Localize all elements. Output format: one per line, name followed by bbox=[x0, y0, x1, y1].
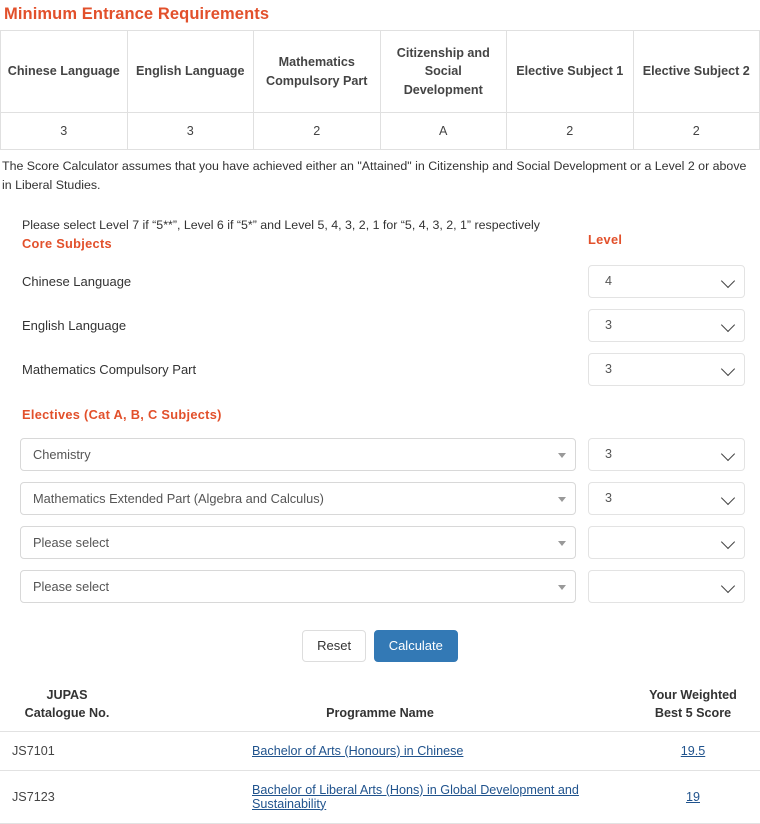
caret-down-icon bbox=[558, 452, 566, 458]
calculator-form: Core Subjects Level Chinese Language 4 E… bbox=[0, 232, 760, 663]
elective-row-2: Mathematics Extended Part (Algebra and C… bbox=[0, 480, 760, 524]
req-value-elective-subject-2: 2 bbox=[632, 112, 760, 150]
calculator-assumption-note: The Score Calculator assumes that you ha… bbox=[2, 159, 747, 192]
caret-down-icon bbox=[558, 540, 566, 546]
chevron-down-icon bbox=[720, 317, 736, 332]
req-header-chinese-language: Chinese Language bbox=[0, 30, 128, 113]
level-selection-hint: Please select Level 7 if “5**”, Level 6 … bbox=[22, 218, 540, 233]
elective-level-select-1[interactable]: 3 bbox=[588, 438, 745, 472]
result-code-1: JS7101 bbox=[0, 731, 134, 771]
elective-level-select-2[interactable]: 3 bbox=[588, 482, 745, 516]
elective-subject-value-4: Please select bbox=[33, 579, 110, 595]
chevron-down-icon bbox=[720, 273, 736, 288]
req-value-chinese-language: 3 bbox=[0, 112, 128, 150]
result-score-link-1[interactable]: 19.5 bbox=[681, 744, 706, 758]
results-header-programme-name: Programme Name bbox=[326, 706, 434, 721]
req-header-english-language: English Language bbox=[126, 30, 254, 113]
elective-subject-select-1[interactable]: Chemistry bbox=[20, 438, 576, 472]
results-header-jupas-line2: Catalogue No. bbox=[24, 706, 110, 721]
core-subject-label-mathematics-compulsory-part: Mathematics Compulsory Part bbox=[22, 362, 197, 378]
req-value-elective-subject-1: 2 bbox=[506, 112, 634, 150]
req-header-elective-subject-1: Elective Subject 1 bbox=[506, 30, 634, 113]
core-subjects-heading: Core Subjects bbox=[22, 236, 112, 252]
elective-subject-select-3[interactable]: Please select bbox=[20, 526, 576, 560]
table-row: JS7101 Bachelor of Arts (Honours) in Chi… bbox=[0, 731, 760, 771]
elective-level-value-1: 3 bbox=[605, 447, 613, 462]
electives-heading: Electives (Cat A, B, C Subjects) bbox=[22, 407, 222, 423]
elective-level-value-2: 3 bbox=[605, 491, 613, 506]
minimum-entrance-requirements-table: Chinese Language English Language Mathem… bbox=[0, 30, 760, 150]
calculate-button[interactable]: Calculate bbox=[373, 630, 458, 663]
reset-button[interactable]: Reset bbox=[302, 630, 367, 663]
chevron-down-icon bbox=[720, 534, 736, 549]
req-header-elective-subject-2: Elective Subject 2 bbox=[632, 30, 760, 113]
result-score-cell-1: 19.5 bbox=[626, 731, 760, 771]
score-calculator-page: Minimum Entrance Requirements Chinese La… bbox=[0, 0, 760, 824]
page-title: Minimum Entrance Requirements bbox=[4, 5, 270, 23]
result-score-link-2[interactable]: 19 bbox=[686, 790, 700, 804]
elective-subject-value-1: Chemistry bbox=[33, 447, 91, 463]
level-select-english-language[interactable]: 3 bbox=[588, 309, 745, 343]
core-subject-label-english-language: English Language bbox=[22, 318, 127, 334]
form-button-bar: Reset Calculate bbox=[0, 612, 760, 663]
core-subject-label-chinese-language: Chinese Language bbox=[22, 274, 132, 290]
results-header-weighted-best-5-score: Your Weighted Best 5 Score bbox=[626, 684, 760, 731]
level-select-value-chinese-language: 4 bbox=[605, 274, 613, 289]
core-subject-row-chinese-language: Chinese Language 4 bbox=[0, 263, 760, 307]
result-programme-link-1[interactable]: Bachelor of Arts (Honours) in Chinese bbox=[252, 744, 463, 758]
results-header-row: JUPAS Catalogue No. Programme Name Your … bbox=[0, 684, 760, 732]
elective-row-4: Please select bbox=[0, 568, 760, 612]
core-subject-row-mathematics-compulsory-part: Mathematics Compulsory Part 3 bbox=[0, 351, 760, 395]
elective-level-select-3[interactable] bbox=[588, 526, 745, 560]
core-subject-row-english-language: English Language 3 bbox=[0, 307, 760, 351]
level-select-chinese-language[interactable]: 4 bbox=[588, 265, 745, 299]
results-header-jupas-catalogue-no: JUPAS Catalogue No. bbox=[0, 684, 134, 731]
results-header-jupas-line1: JUPAS bbox=[46, 688, 88, 703]
requirements-header-row: Chinese Language English Language Mathem… bbox=[0, 30, 760, 113]
chevron-down-icon bbox=[720, 446, 736, 461]
req-value-mathematics-compulsory-part: 2 bbox=[253, 112, 381, 150]
chevron-down-icon bbox=[720, 578, 736, 593]
caret-down-icon bbox=[558, 584, 566, 590]
elective-subject-select-4[interactable]: Please select bbox=[20, 570, 576, 604]
results-table: JUPAS Catalogue No. Programme Name Your … bbox=[0, 684, 760, 824]
result-programme-link-2[interactable]: Bachelor of Liberal Arts (Hons) in Globa… bbox=[252, 783, 579, 811]
elective-subject-value-3: Please select bbox=[33, 535, 110, 551]
req-value-english-language: 3 bbox=[126, 112, 254, 150]
chevron-down-icon bbox=[720, 490, 736, 505]
result-programme-cell-2: Bachelor of Liberal Arts (Hons) in Globa… bbox=[134, 770, 626, 824]
chevron-down-icon bbox=[720, 361, 736, 376]
level-select-value-english-language: 3 bbox=[605, 318, 613, 333]
requirements-value-row: 3 3 2 A 2 2 bbox=[0, 112, 760, 150]
req-header-mathematics-compulsory-part: Mathematics Compulsory Part bbox=[253, 30, 381, 113]
elective-row-3: Please select bbox=[0, 524, 760, 568]
caret-down-icon bbox=[558, 496, 566, 502]
elective-subject-select-2[interactable]: Mathematics Extended Part (Algebra and C… bbox=[20, 482, 576, 516]
elective-subject-value-2: Mathematics Extended Part (Algebra and C… bbox=[33, 491, 324, 507]
result-code-2: JS7123 bbox=[0, 770, 134, 824]
table-row: JS7123 Bachelor of Liberal Arts (Hons) i… bbox=[0, 770, 760, 824]
level-select-value-mathematics-compulsory-part: 3 bbox=[605, 362, 613, 377]
result-score-cell-2: 19 bbox=[626, 770, 760, 824]
elective-row-1: Chemistry 3 bbox=[0, 436, 760, 480]
result-programme-cell-1: Bachelor of Arts (Honours) in Chinese bbox=[134, 731, 626, 771]
elective-level-select-4[interactable] bbox=[588, 570, 745, 604]
level-column-heading: Level bbox=[588, 232, 623, 248]
level-select-mathematics-compulsory-part[interactable]: 3 bbox=[588, 353, 745, 387]
results-header-score-line1: Your Weighted bbox=[649, 688, 737, 703]
req-header-citizenship-and-social-development: Citizenship and Social Development bbox=[379, 30, 507, 113]
results-header-score-line2: Best 5 Score bbox=[654, 706, 732, 721]
req-value-citizenship-and-social-development: A bbox=[379, 112, 507, 150]
